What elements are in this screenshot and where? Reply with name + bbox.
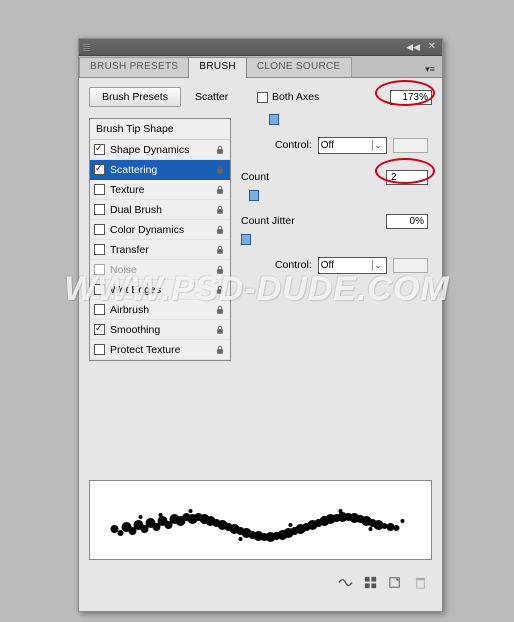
count-slider[interactable] [241, 190, 428, 204]
chevron-down-icon: ⌄ [372, 260, 384, 271]
option-label: Protect Texture [110, 344, 214, 356]
option-scattering[interactable]: Scattering [90, 160, 230, 180]
lock-icon[interactable] [214, 184, 226, 196]
option-label: Noise [110, 264, 214, 276]
tab-bar: BRUSH PRESETS BRUSH CLONE SOURCE ▾≡ [79, 56, 442, 78]
count-control-label: Control: [241, 259, 318, 271]
option-label: Transfer [110, 244, 214, 256]
lock-icon[interactable] [214, 344, 226, 356]
option-checkbox[interactable] [94, 304, 105, 315]
option-checkbox[interactable] [94, 164, 105, 175]
toggle-live-icon[interactable] [363, 575, 378, 590]
tab-brush[interactable]: BRUSH [188, 57, 247, 78]
toggle-preview-icon[interactable] [338, 575, 353, 590]
collapse-icon[interactable]: ◀◀ [406, 42, 420, 53]
option-checkbox[interactable] [94, 324, 105, 335]
option-protect-texture[interactable]: Protect Texture [90, 340, 230, 360]
option-label: Wet Edges [110, 284, 214, 296]
option-label: Dual Brush [110, 204, 214, 216]
tab-clone-source[interactable]: CLONE SOURCE [246, 57, 352, 77]
option-color-dynamics[interactable]: Color Dynamics [90, 220, 230, 240]
option-label: Color Dynamics [110, 224, 214, 236]
scatter-label: Scatter [195, 91, 257, 103]
option-airbrush[interactable]: Airbrush [90, 300, 230, 320]
both-axes-label: Both Axes [272, 91, 319, 103]
new-preset-icon[interactable] [388, 575, 403, 590]
scatter-control-select[interactable]: Off ⌄ [318, 137, 387, 154]
option-checkbox[interactable] [94, 244, 105, 255]
option-checkbox[interactable] [94, 184, 105, 195]
lock-icon[interactable] [214, 324, 226, 336]
scatter-slider[interactable] [241, 114, 428, 128]
brush-panel: ◀◀ ✕ BRUSH PRESETS BRUSH CLONE SOURCE ▾≡… [78, 38, 443, 612]
option-checkbox[interactable] [94, 344, 105, 355]
close-icon[interactable]: ✕ [428, 41, 436, 52]
count-control-extra [393, 258, 428, 273]
count-label: Count [241, 171, 303, 183]
count-control-select[interactable]: Off ⌄ [318, 257, 387, 274]
count-jitter-field[interactable]: 0% [386, 214, 428, 229]
panel-content: Brush Presets Scatter Both Axes 173% Con… [79, 78, 442, 602]
panel-menu-icon[interactable]: ▾≡ [422, 61, 438, 77]
option-checkbox[interactable] [94, 144, 105, 155]
option-wet-edges[interactable]: Wet Edges [90, 280, 230, 300]
trash-icon[interactable] [413, 575, 428, 590]
option-label: Airbrush [110, 304, 214, 316]
lock-icon[interactable] [214, 144, 226, 156]
lock-icon[interactable] [214, 264, 226, 276]
count-value-field[interactable]: 2 [386, 170, 428, 185]
option-checkbox[interactable] [94, 204, 105, 215]
option-texture[interactable]: Texture [90, 180, 230, 200]
option-smoothing[interactable]: Smoothing [90, 320, 230, 340]
lock-icon[interactable] [214, 284, 226, 296]
scatter-control-extra [393, 138, 428, 153]
option-dual-brush[interactable]: Dual Brush [90, 200, 230, 220]
tab-brush-presets[interactable]: BRUSH PRESETS [79, 57, 189, 77]
option-noise[interactable]: Noise [90, 260, 230, 280]
scatter-value-field[interactable]: 173% [390, 90, 432, 105]
option-checkbox[interactable] [94, 264, 105, 275]
option-label: Texture [110, 184, 214, 196]
option-shape-dynamics[interactable]: Shape Dynamics [90, 140, 230, 160]
lock-icon[interactable] [214, 304, 226, 316]
brush-preview [89, 480, 432, 560]
brush-options-list: Brush Tip Shape Shape Dynamics Scattering… [89, 118, 231, 361]
option-transfer[interactable]: Transfer [90, 240, 230, 260]
option-checkbox[interactable] [94, 224, 105, 235]
count-jitter-label: Count Jitter [241, 215, 321, 227]
brush-tip-shape-header[interactable]: Brush Tip Shape [90, 119, 230, 140]
option-checkbox[interactable] [94, 284, 105, 295]
lock-icon[interactable] [214, 164, 226, 176]
panel-titlebar[interactable]: ◀◀ ✕ [79, 39, 442, 56]
lock-icon[interactable] [214, 244, 226, 256]
option-label: Shape Dynamics [110, 144, 214, 156]
chevron-down-icon: ⌄ [372, 140, 384, 151]
scatter-control-label: Control: [241, 139, 318, 151]
count-jitter-slider[interactable] [241, 234, 428, 248]
brush-presets-button[interactable]: Brush Presets [89, 87, 181, 107]
grip-icon [83, 44, 90, 51]
both-axes-checkbox[interactable] [257, 92, 268, 103]
lock-icon[interactable] [214, 224, 226, 236]
option-label: Scattering [110, 164, 214, 176]
option-label: Smoothing [110, 324, 214, 336]
lock-icon[interactable] [214, 204, 226, 216]
